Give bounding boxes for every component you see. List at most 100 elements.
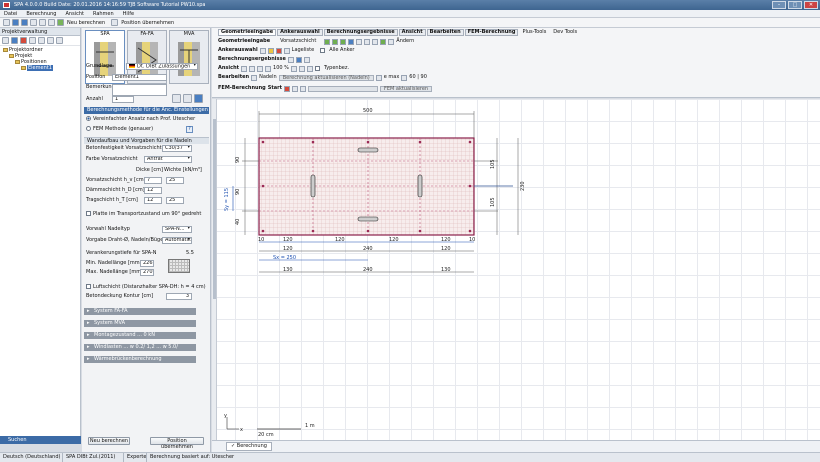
menu-rahmen[interactable]: Rahmen [93,11,114,17]
help-button[interactable]: ? [186,126,193,133]
spacing-values[interactable]: 60 | 90 [409,74,427,81]
zoom-in-icon[interactable] [257,65,264,72]
pan-icon[interactable] [290,65,297,72]
anzahl-input[interactable]: 1 [112,96,134,103]
nadeltyp-select[interactable]: SPA-N... [162,226,192,233]
bemerkung-input[interactable] [112,84,167,96]
farbe-select[interactable]: Antrat [144,156,192,163]
position-input[interactable]: Element1 [112,74,167,81]
radio-utescher[interactable]: Vereinfachter Ansatz nach Prof. Utescher [86,116,195,123]
vorsatz-dicke-input[interactable]: 7 [144,177,162,184]
beton-select[interactable]: C30/37 [162,145,192,152]
open-folder-icon[interactable] [12,19,19,26]
aendern-button[interactable]: Ändern [396,38,414,45]
tree-item-element1[interactable]: Element1 [21,65,53,71]
panel-drawing[interactable]: 500 90 90 40 Sy = 115 105 105 230 10 10 … [213,99,820,440]
tab-berechnungsergebnisse[interactable]: Berechnungsergebnisse [323,29,398,36]
move-icon[interactable] [372,38,379,45]
berechnung-aktualisieren-button[interactable]: Berechnung aktualisieren (Nadeln) [278,74,374,81]
zoom-level[interactable]: 100 % [273,65,289,72]
confirm-icon[interactable] [380,38,387,45]
stop-icon[interactable] [283,85,290,92]
draw-poly-icon[interactable] [332,38,339,45]
tab-geometrieeingabe[interactable]: Geometrieeingabe [218,29,277,36]
section-fa-fa[interactable]: System FA-FA [84,308,196,315]
undo-icon[interactable] [39,19,46,26]
section-method-header[interactable]: Berechnungsmethode für die Anc. Einstell… [84,107,209,114]
list-icon[interactable] [283,47,290,54]
image-icon[interactable] [172,94,181,103]
save-icon[interactable] [21,19,28,26]
minimize-button[interactable]: – [772,1,786,9]
platte-checkbox[interactable]: Platte im Transportzustand um 90° gedreh… [86,211,201,218]
label-icon[interactable] [306,65,313,72]
snap-icon[interactable] [364,38,371,45]
result-print-icon[interactable] [303,56,310,63]
delete-icon[interactable] [20,37,27,44]
vorsatz-wichte-input[interactable]: 25 [166,177,184,184]
edit-icon[interactable] [183,94,192,103]
section-wind[interactable]: Windlasten ... w 0.2/ 1,2 ... w 5.0/ [84,344,196,351]
emax-icon[interactable] [375,74,382,81]
copy-icon[interactable] [29,37,36,44]
maxnadel-input[interactable]: 270 [140,269,154,276]
result-table-icon[interactable] [287,56,294,63]
result-chart-icon[interactable] [295,56,302,63]
neu-berechnen-button[interactable]: Neu berechnen [88,437,130,445]
tab-ankerauswahl[interactable]: Ankerauswahl [277,29,323,36]
anchor-type-icon[interactable] [259,47,266,54]
tab-plus-tools[interactable]: Plus-Tools [519,29,549,36]
section-mva[interactable]: System MVA [84,320,196,327]
folder-icon[interactable] [11,37,18,44]
menu-ansicht[interactable]: Ansicht [65,11,83,17]
tab-berechnung[interactable]: ✓ Berechnung [226,442,272,451]
checkbox[interactable] [86,211,91,216]
tab-bearbeiten[interactable]: Bearbeiten [426,29,464,36]
anchor-add-icon[interactable] [267,47,274,54]
pencil-icon[interactable] [388,38,395,45]
needle-tool-icon[interactable] [251,74,258,81]
lageliste-button[interactable]: Lageliste [292,47,315,54]
draht-select[interactable]: Automatik [162,237,192,244]
toolbar-neu-berechnen[interactable]: Neu berechnen [67,20,105,26]
toolbar-position-uebernehmen[interactable]: Position übernehmen [121,20,174,26]
new-file-icon[interactable] [3,19,10,26]
position-uebernehmen-button[interactable]: Position übernehmen [150,437,204,450]
settings-icon[interactable] [299,85,306,92]
select-icon[interactable] [348,38,355,45]
zoom-fit-icon[interactable] [249,65,256,72]
tab-fem-berechnung[interactable]: FEM-Berechnung [464,29,519,36]
close-button[interactable]: ✕ [804,1,818,9]
up-icon[interactable] [47,37,54,44]
paste-icon[interactable] [38,37,45,44]
spacing-icon[interactable] [401,74,408,81]
section-waerme[interactable]: Wärmebrückenberechnung [84,356,196,363]
trag-wichte-input[interactable]: 25 [166,197,184,204]
menu-hilfe[interactable]: Hilfe [123,11,134,17]
alle-anker-checkbox[interactable] [320,48,326,53]
minnadel-input[interactable]: 226 [140,260,154,267]
luft-checkbox[interactable]: Luftschicht (Distanzhalter SPA-DH: h = 4… [86,284,206,291]
betondeck-input[interactable]: 3 [166,293,192,300]
print-icon[interactable] [30,19,37,26]
section-wall-header[interactable]: Wandaufbau und Vorgaben für die Nadeln [84,137,209,144]
vertical-scrollbar[interactable] [212,99,217,440]
view-icon[interactable] [241,65,248,72]
grid-icon[interactable] [356,38,363,45]
tab-ansicht[interactable]: Ansicht [398,29,426,36]
drawing-canvas[interactable]: 500 90 90 40 Sy = 115 105 105 230 10 10 … [212,99,820,440]
daemm-dicke-input[interactable]: 12 [144,187,162,194]
typenbez-checkbox[interactable] [314,66,320,71]
section-montage[interactable]: Montagezustand ... 0 kN [84,332,196,339]
position-icon[interactable] [111,19,119,26]
add-icon[interactable] [2,37,9,44]
calculate-icon[interactable] [57,19,64,26]
mesh-icon[interactable] [291,85,298,92]
menu-berechnung[interactable]: Berechnung [26,11,56,17]
draw-rect-icon[interactable] [324,38,331,45]
anchor-delete-icon[interactable] [275,47,282,54]
nadeln-button[interactable]: Nadeln [259,74,277,81]
fem-aktualisieren-button[interactable]: FEM aktualisieren [379,85,433,92]
trag-dicke-input[interactable]: 12 [144,197,162,204]
start-button[interactable]: Start [268,85,282,92]
